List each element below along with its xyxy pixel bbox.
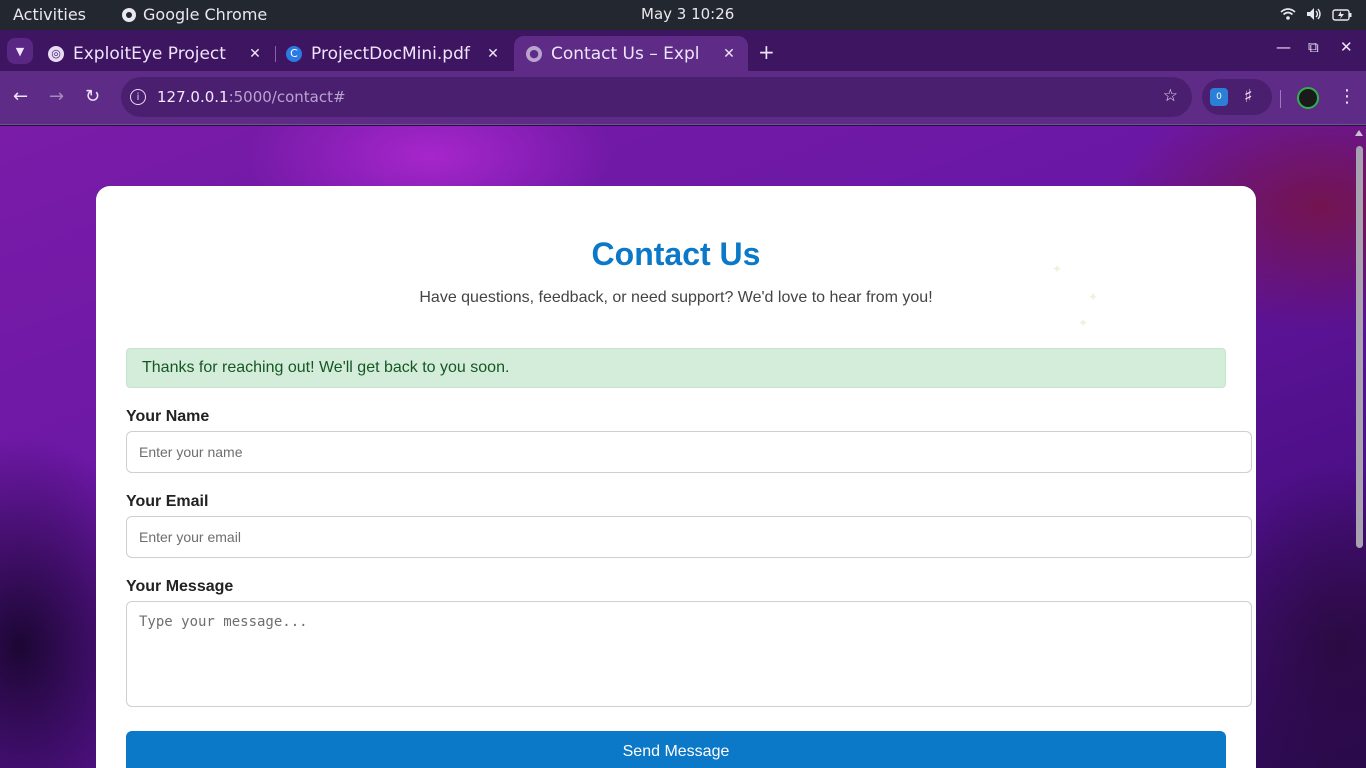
sparkle-decoration: ✦ [1078,316,1089,330]
pdf-favicon-icon: C [286,45,302,62]
page-viewport: Contact Us Have questions, feedback, or … [0,126,1366,768]
tab-contact-us[interactable]: ● Contact Us – Expl ✕ [514,36,748,71]
reload-icon[interactable]: ↻ [85,86,100,107]
clock[interactable]: May 3 10:26 [641,5,734,23]
new-tab-button[interactable]: + [758,40,775,64]
minimize-icon[interactable]: — [1276,38,1291,56]
tab-title: ExploitEye Project [73,43,226,64]
back-arrow-icon[interactable]: ← [13,86,28,107]
chrome-icon [122,7,136,22]
tab-exploiteye[interactable]: ◎ ExploitEye Project ✕ [36,36,274,71]
chevron-down-icon: ▼ [15,44,25,58]
bookmark-star-icon[interactable]: ☆ [1163,86,1178,106]
contact-card: Contact Us Have questions, feedback, or … [96,186,1256,768]
battery-icon [1332,6,1352,25]
site-info-icon[interactable]: i [130,89,146,105]
tab-projectdoc[interactable]: C ProjectDocMini.pdf ✕ [274,36,512,71]
forward-arrow-icon[interactable]: → [49,86,64,107]
profile-avatar[interactable] [1297,87,1319,109]
message-textarea[interactable] [126,601,1252,707]
toolbar-divider [1280,90,1281,108]
tab-strip: ▼ ◎ ExploitEye Project ✕ C ProjectDocMin… [0,30,1366,71]
scrollbar-thumb[interactable] [1356,146,1363,548]
system-tray[interactable] [1280,6,1352,25]
activities-button[interactable]: Activities [13,5,86,24]
url-text[interactable]: 127.0.0.1:5000/contact# [157,88,346,106]
name-input[interactable] [126,431,1252,473]
tab-search-button[interactable]: ▼ [7,38,33,64]
tab-title: ProjectDocMini.pdf [311,43,470,64]
sparkle-decoration: ✦ [1088,290,1099,304]
app-name: Google Chrome [143,5,268,24]
page-scrollbar[interactable] [1352,126,1366,768]
page-subtitle: Have questions, feedback, or need suppor… [419,289,933,306]
page-title: Contact Us [591,236,761,272]
close-tab-icon[interactable]: ✕ [246,46,264,62]
close-tab-icon[interactable]: ✕ [484,46,502,62]
name-label: Your Name [126,408,210,425]
email-label: Your Email [126,493,209,510]
address-bar[interactable]: i 127.0.0.1:5000/contact# ☆ [121,77,1192,117]
message-label: Your Message [126,578,234,595]
close-tab-icon[interactable]: ✕ [720,46,738,62]
wifi-icon [1280,6,1296,25]
success-alert: Thanks for reaching out! We'll get back … [126,348,1226,388]
volume-icon [1306,6,1322,25]
sparkle-decoration: ✦ [1052,262,1063,276]
close-window-icon[interactable]: ✕ [1340,38,1353,56]
puzzle-piece-icon[interactable]: ♯ [1244,86,1253,107]
favicon-icon: ◎ [48,45,64,62]
system-top-bar: Activities Google Chrome May 3 10:26 [0,0,1366,30]
tab-title: Contact Us – Expl [551,43,700,64]
send-message-button[interactable]: Send Message [126,731,1226,768]
email-input[interactable] [126,516,1252,558]
globe-icon: ● [526,45,542,62]
maximize-icon[interactable]: ⧉ [1308,38,1319,56]
scroll-up-arrow-icon[interactable] [1355,130,1363,136]
kebab-menu-icon[interactable]: ⋮ [1338,86,1356,107]
extension-icon[interactable]: 0 [1210,88,1228,106]
browser-toolbar: ← → ↻ i 127.0.0.1:5000/contact# ☆ 0 ♯ ⋮ [0,71,1366,125]
app-menu[interactable]: Google Chrome [121,5,267,24]
extensions-area: 0 ♯ [1202,79,1272,115]
